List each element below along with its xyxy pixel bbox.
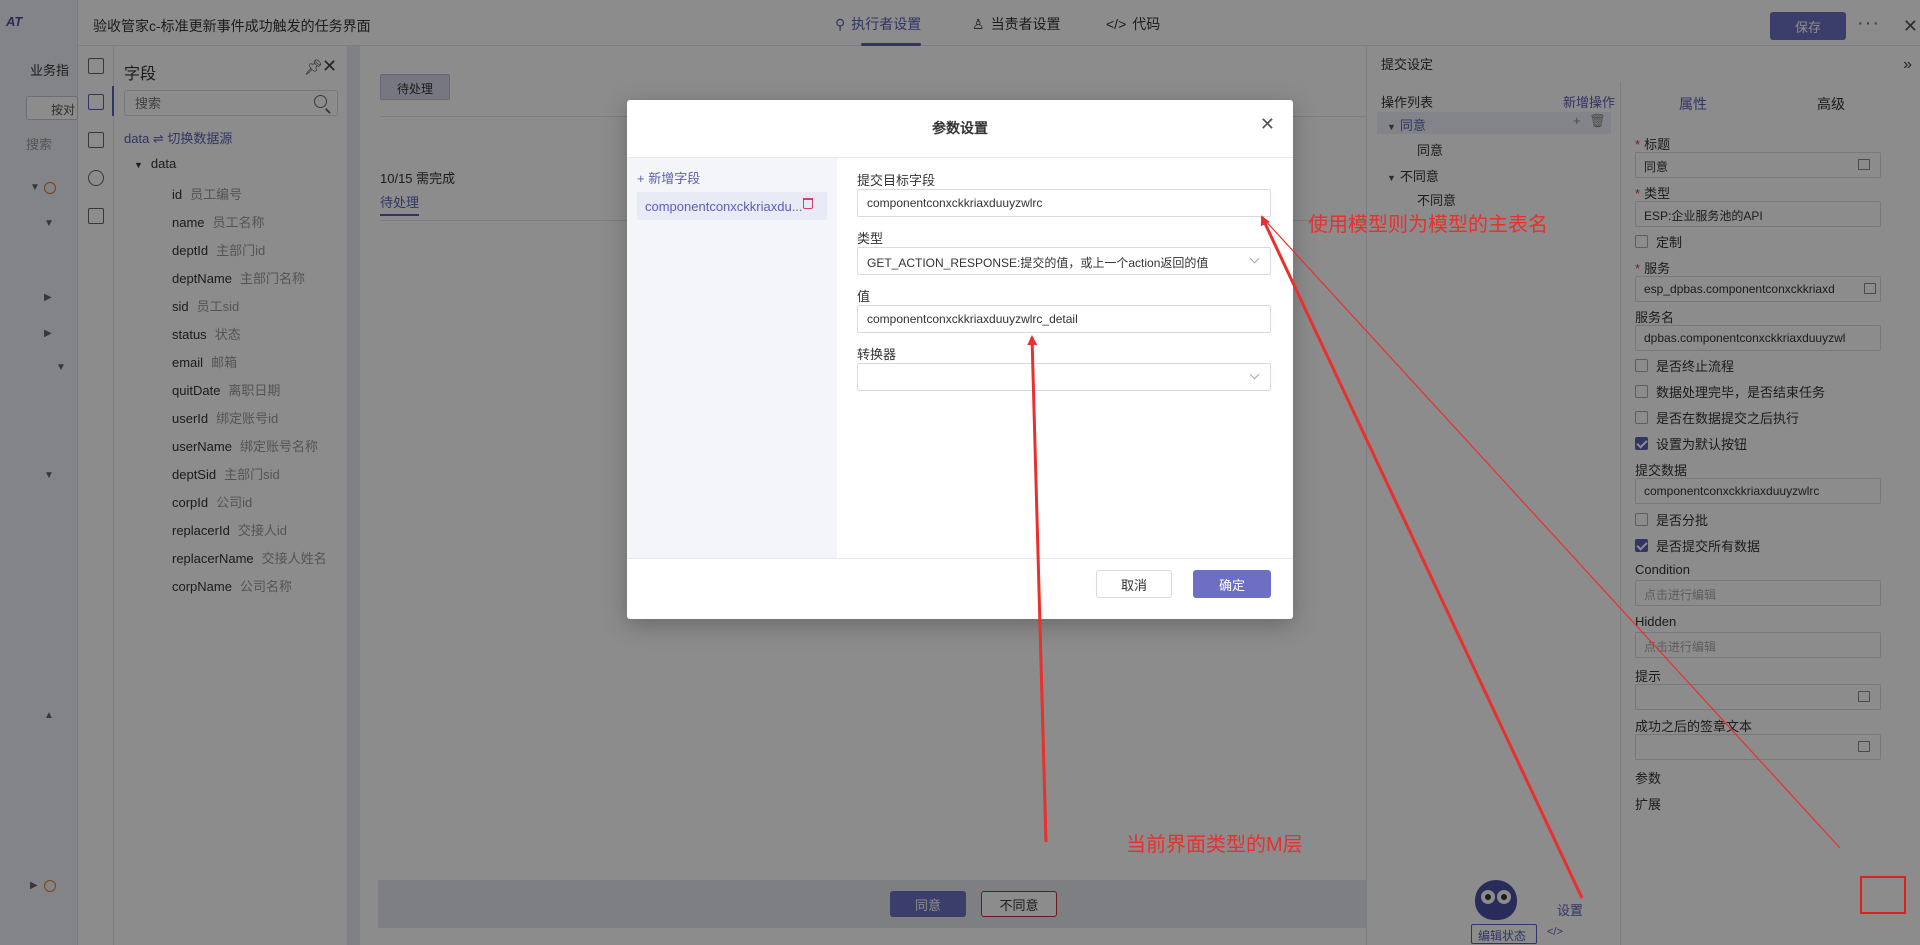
type-select[interactable]: GET_ACTION_RESPONSE:提交的值，或上一个action返回的值 [857,247,1271,275]
value-input[interactable]: componentconxckkriaxduuyzwlrc_detail [857,305,1271,333]
trash-icon[interactable] [803,198,813,209]
annotation-m-layer: 当前界面类型的M层 [1126,834,1303,856]
type-label: 类型 [857,231,884,246]
param-settings-dialog: 参数设置 ✕ + 新增字段 componentconxckkriaxdu... … [627,100,1293,619]
dialog-title: 参数设置 [932,120,988,136]
converter-label: 转换器 [857,347,897,362]
chevron-down-icon [1249,253,1260,264]
param-field-list: + 新增字段 componentconxckkriaxdu... [627,158,837,558]
divider [627,558,1293,559]
converter-select[interactable] [857,363,1271,391]
confirm-button[interactable]: 确定 [1193,570,1271,598]
close-icon[interactable]: ✕ [1260,114,1275,135]
target-field-input[interactable]: componentconxckkriaxduuyzwlrc [857,189,1271,217]
highlight-box [1860,876,1906,914]
type-select-value: GET_ACTION_RESPONSE:提交的值，或上一个action返回的值 [867,256,1209,270]
value-label: 值 [857,289,871,304]
param-field-item[interactable]: componentconxckkriaxdu... [637,192,827,220]
annotation-main-table: 使用模型则为模型的主表名 [1308,214,1548,236]
cancel-button[interactable]: 取消 [1096,570,1172,598]
target-field-label: 提交目标字段 [857,173,936,188]
chevron-down-icon [1249,369,1260,380]
add-field-link[interactable]: + 新增字段 [637,168,700,187]
